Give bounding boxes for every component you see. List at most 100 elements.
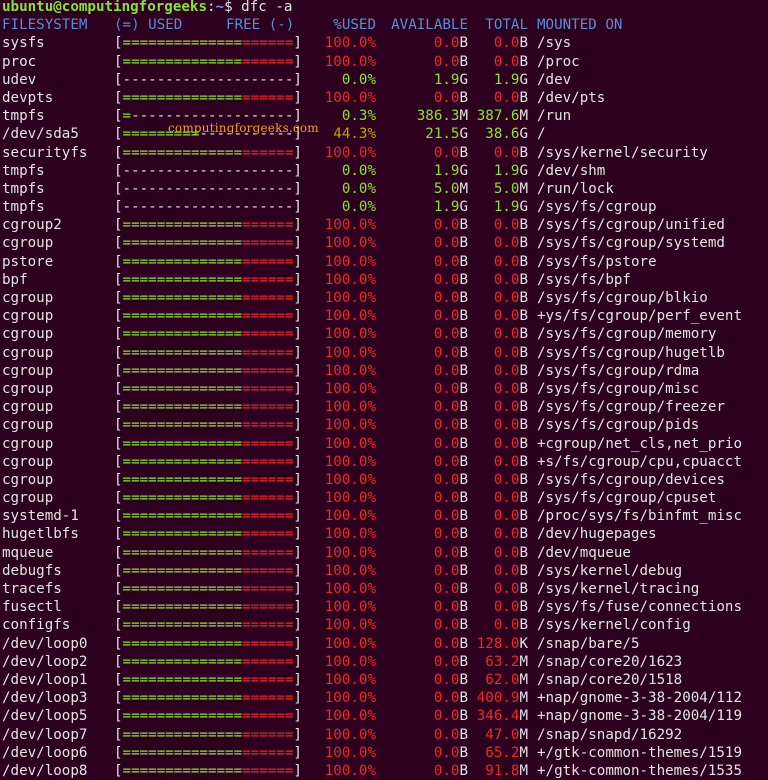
total-value: 65.2M (468, 744, 528, 762)
total-number: 91.8 (485, 762, 520, 779)
bar-open-bracket: [ (114, 635, 123, 652)
available-value: 0.0B (376, 689, 468, 707)
table-row: cgroup [====================] 100.0% 0.0B 0.… (2, 471, 768, 489)
available-number: 0.0 (433, 635, 460, 652)
total-number: 1.9 (493, 162, 520, 179)
available-number: 0.0 (433, 708, 460, 725)
mount-point: /sys/fs/cgroup/hugetlb (537, 344, 725, 361)
available-number: 0.0 (433, 581, 460, 597)
total-number: 1.9 (493, 71, 520, 88)
bar-used-red: ====== (242, 344, 294, 361)
percent-used: 100.0% (324, 599, 376, 616)
mount-point: +cgroup/net_cls,net_prio (537, 435, 742, 452)
usage-bar: [====================] (114, 707, 314, 725)
bar-used-green: ============== (122, 581, 243, 597)
available-number: 0.0 (433, 671, 460, 688)
filesystem-name: cgroup (2, 308, 54, 325)
available-unit: B (459, 326, 468, 343)
available-number: 0.0 (433, 290, 460, 306)
available-number: 0.0 (433, 308, 460, 325)
available-value: 0.0B (376, 307, 468, 325)
percent-used: 100.0% (324, 453, 376, 470)
bar-open-bracket: [ (114, 671, 123, 688)
total-value: 0.0B (468, 435, 528, 453)
bar-free: -------------------- (122, 199, 294, 216)
available-unit: M (459, 108, 468, 125)
filesystem-name: proc (2, 53, 37, 70)
bar-used-red: ====== (242, 235, 294, 252)
total-value: 0.0B (468, 616, 528, 634)
percent-used: 100.0% (324, 635, 376, 652)
total-number: 5.0 (493, 180, 520, 197)
usage-bar: [====================] (114, 489, 314, 507)
bar-close-bracket: ] (293, 690, 302, 707)
usage-bar: [====================] (114, 362, 314, 380)
filesystem-name: /dev/loop3 (2, 690, 88, 707)
filesystem-name: /dev/loop7 (2, 726, 88, 743)
bar-used-green: ============== (122, 453, 243, 470)
total-number: 0.0 (493, 581, 520, 597)
filesystem-name: /dev/loop8 (2, 762, 88, 779)
available-unit: B (459, 399, 468, 416)
total-unit: B (519, 417, 528, 434)
available-number: 0.0 (433, 653, 460, 670)
total-unit: B (519, 344, 528, 361)
mount-point: /sys/fs/cgroup (537, 199, 657, 216)
total-value: 0.0B (468, 89, 528, 107)
total-value: 0.0B (468, 507, 528, 525)
available-value: 1.9G (376, 198, 468, 216)
total-number: 346.4 (476, 708, 520, 725)
filesystem-name: tmpfs (2, 162, 45, 179)
filesystem-name: cgroup (2, 453, 54, 470)
total-unit: B (519, 235, 528, 252)
percent-used: 100.0% (324, 417, 376, 434)
usage-bar: [====================] (114, 216, 314, 234)
total-value: 0.0B (468, 471, 528, 489)
bar-used-red: ====== (242, 308, 294, 325)
usage-bar: [====================] (114, 435, 314, 453)
bar-used-green: ============== (122, 653, 243, 670)
available-unit: B (459, 653, 468, 670)
bar-used-green: ============== (122, 253, 243, 270)
bar-open-bracket: [ (114, 526, 123, 543)
bar-used-red: ====== (242, 581, 294, 597)
filesystem-name: tmpfs (2, 108, 45, 125)
bar-open-bracket: [ (114, 217, 123, 234)
bar-used-red: ====== (242, 217, 294, 234)
total-unit: B (519, 399, 528, 416)
total-value: 5.0M (468, 180, 528, 198)
usage-bar: [====================] (114, 689, 314, 707)
bar-used-green: ============== (122, 417, 243, 434)
terminal-output[interactable]: ubuntu@computingforgeeks:~$ dfc -a FILES… (2, 0, 768, 780)
percent-used: 100.0% (324, 35, 376, 52)
available-number: 5.0 (433, 180, 460, 197)
available-unit: B (459, 671, 468, 688)
bar-open-bracket: [ (114, 89, 123, 106)
bar-used-red: ====== (242, 690, 294, 707)
usage-bar: [====================] (114, 289, 314, 307)
percent-used: 100.0% (324, 762, 376, 779)
percent-used: 100.0% (324, 562, 376, 579)
bar-used-green: ============== (122, 599, 243, 616)
available-unit: B (459, 290, 468, 306)
usage-bar: [====================] (114, 525, 314, 543)
table-row: /dev/loop8 [====================] 100.0% 0.… (2, 762, 768, 780)
total-unit: B (519, 581, 528, 597)
table-row: tmpfs [--------------------] 0.0% 5.0M 5.0M /… (2, 180, 768, 198)
bar-used-red: ====== (242, 471, 294, 488)
bar-close-bracket: ] (293, 380, 302, 397)
available-unit: B (459, 690, 468, 707)
header-mounted-on: MOUNTED ON (537, 17, 623, 34)
total-number: 0.0 (493, 380, 520, 397)
percent-used: 100.0% (324, 308, 376, 325)
bar-open-bracket: [ (114, 562, 123, 579)
total-number: 0.0 (493, 453, 520, 470)
bar-close-bracket: ] (293, 35, 302, 52)
usage-bar: [====================] (114, 380, 314, 398)
available-value: 0.0B (376, 544, 468, 562)
bar-open-bracket: [ (114, 144, 123, 161)
bar-used-green: ============== (122, 544, 243, 561)
usage-bar: [====================] (114, 580, 314, 598)
total-unit: B (519, 435, 528, 452)
bar-used-green: ============== (122, 635, 243, 652)
